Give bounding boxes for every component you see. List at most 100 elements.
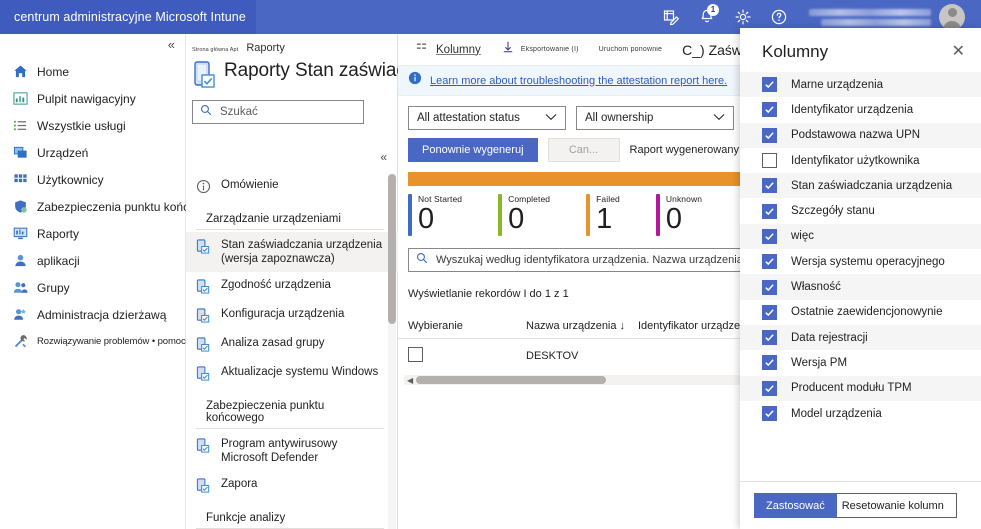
download-icon [501, 40, 515, 59]
column-option-enrollment-date[interactable]: Data rejestracji [740, 324, 981, 351]
column-checkbox[interactable] [762, 77, 777, 93]
regenerate-button[interactable]: Ponownie wygeneruj [408, 138, 538, 162]
columns-icon [416, 40, 430, 59]
export-button[interactable]: Eksportowanie (I) [491, 34, 589, 66]
column-option-label: Podstawowa nazwa UPN [791, 129, 921, 142]
column-checkbox[interactable] [762, 228, 777, 244]
sidebar-item-home[interactable]: Home [0, 58, 185, 85]
column-checkbox[interactable] [762, 406, 777, 421]
sidebar-item-tenant-administration[interactable]: Administracja dzierżawą [0, 301, 185, 328]
column-checkbox[interactable] [762, 153, 777, 169]
column-option-status-details[interactable]: Szczegóły stanu [740, 198, 981, 223]
ownership-filter-value: All ownership [585, 112, 654, 124]
blade-item-overview[interactable]: Omówienie [186, 172, 398, 201]
device-report-icon [196, 478, 212, 494]
column-option-more[interactable]: więc [740, 223, 981, 250]
chevron-double-left-icon[interactable]: « [168, 38, 175, 58]
sidebar-item-endpoint-security[interactable]: Zabezpieczenia punktu końcowego [0, 193, 224, 220]
sidebar-item-label: Wszystkie usługi [37, 118, 126, 133]
apply-button[interactable]: Zastosować [754, 493, 837, 518]
column-option-label: Szczegóły stanu [791, 205, 875, 218]
blade-scrollbar-thumb[interactable] [388, 174, 396, 324]
attestation-status-filter[interactable]: All attestation status [408, 106, 566, 130]
sidebar-item-groups[interactable]: Grupy [0, 274, 185, 301]
home-icon [12, 64, 28, 80]
blade-item-firewall[interactable]: Zapora [186, 471, 398, 500]
column-option-label: Stan zaświadczania urządzenia [791, 179, 953, 192]
avatar[interactable] [939, 4, 965, 30]
column-checkbox[interactable] [762, 304, 777, 320]
column-checkbox[interactable] [762, 203, 777, 219]
columns-button[interactable]: Kolumny [406, 34, 491, 66]
sidebar-item-label: Grupy [37, 280, 70, 295]
sidebar-item-apps[interactable]: aplikacji [0, 247, 185, 274]
sidebar-item-troubleshooting-support[interactable]: Rozwiązywanie problemów • pomoc technicz… [0, 328, 233, 355]
blade-group-title: Funkcje analizy [196, 502, 384, 529]
columns-checkbox-list: Marne urządzenia Identyfikator urządzeni… [740, 72, 981, 481]
notifications-bell-icon[interactable]: 1 [689, 0, 725, 34]
sidebar-item-all-services[interactable]: Wszystkie usługi [0, 112, 185, 139]
column-header-selection[interactable]: Wybieranie [408, 320, 526, 332]
search-input[interactable] [218, 105, 356, 119]
reset-columns-button[interactable]: Resetowanie kolumn [828, 493, 957, 518]
column-checkbox[interactable] [762, 330, 777, 346]
column-checkbox[interactable] [762, 178, 777, 194]
column-checkbox[interactable] [762, 102, 777, 118]
column-option-tpm-version[interactable]: Wersja PM [740, 350, 981, 375]
column-option-device-id[interactable]: Identyfikator urządzenia [740, 97, 981, 122]
rerun-button[interactable]: Uruchom ponownie [589, 34, 673, 66]
column-option-tpm-manufacturer[interactable]: Producent modułu TPM [740, 375, 981, 401]
rerun-button-label: Uruchom ponownie [598, 46, 663, 53]
column-option-user-id[interactable]: Identyfikator użytkownika [740, 148, 981, 173]
reports-icon [12, 226, 28, 242]
blade-item-device-compliance[interactable]: Zgodność urządzenia [186, 272, 398, 301]
close-icon[interactable]: ✕ [952, 44, 965, 60]
row-checkbox[interactable] [408, 347, 423, 362]
blade-search[interactable] [192, 100, 364, 124]
column-option-label: więc [791, 230, 815, 243]
chevron-down-icon [713, 112, 725, 124]
blade-item-device-configuration[interactable]: Konfiguracja urządzenia [186, 301, 398, 330]
blade-item-group-policy-analytics[interactable]: Analiza zasad grupy [186, 330, 398, 359]
blade-item-microsoft-defender-antivirus[interactable]: Program antywirusowy Microsoft Defender [186, 431, 398, 471]
column-option-device-model[interactable]: Model urządzenia [740, 401, 981, 426]
brand-title: centrum administracyjne Microsoft Intune [14, 10, 246, 24]
sidebar-item-reports[interactable]: Raporty [0, 220, 185, 247]
column-checkbox[interactable] [762, 254, 777, 270]
column-option-device-name[interactable]: Marne urządzenia [740, 72, 981, 98]
column-header-device-name[interactable]: Nazwa urządzenia ↓ [526, 320, 638, 332]
stat-value: 1 [596, 203, 613, 235]
devices-icon [12, 145, 28, 161]
sidebar-item-users[interactable]: Użytkownicy [0, 166, 185, 193]
column-checkbox[interactable] [762, 279, 777, 295]
cancel-button: Can... [547, 138, 620, 162]
blade-item-windows-updates[interactable]: Aktualizacje systemu Windows [186, 359, 398, 388]
troubleshooting-help-link[interactable]: Learn more about troubleshooting the att… [430, 75, 727, 87]
sidebar-item-dashboard[interactable]: Pulpit nawigacyjny [0, 85, 185, 112]
columns-button-label: Kolumny [436, 43, 481, 56]
blade-group-title: Zarządzanie urządzeniami [196, 203, 384, 230]
device-report-icon [196, 438, 212, 454]
stat-color-bar [408, 194, 412, 236]
blade-scrollbar[interactable] [388, 174, 396, 529]
columns-panel-title: Kolumny [762, 42, 829, 61]
sidebar-item-devices[interactable]: Urządzeń [0, 139, 185, 166]
column-option-ownership[interactable]: Własność [740, 274, 981, 300]
breadcrumb-home[interactable]: Strona główna Apt [192, 47, 238, 53]
search-icon [200, 103, 212, 121]
attestation-status-filter-value: All attestation status [417, 112, 520, 124]
column-checkbox[interactable] [762, 127, 777, 143]
column-checkbox[interactable] [762, 355, 777, 371]
scroll-left-arrow-icon[interactable]: ◀ [404, 376, 416, 385]
brand-area[interactable]: centrum administracyjne Microsoft Intune [0, 0, 256, 34]
table-scrollbar-thumb[interactable] [416, 376, 607, 384]
column-checkbox[interactable] [762, 380, 777, 396]
column-option-last-check-in[interactable]: Ostatnie zaewidencjonowynie [740, 300, 981, 325]
feedback-icon[interactable] [653, 0, 689, 34]
column-option-attestation-status[interactable]: Stan zaświadczania urządzenia [740, 173, 981, 199]
column-option-os-version[interactable]: Wersja systemu operacyjnego [740, 249, 981, 274]
ownership-filter[interactable]: All ownership [576, 106, 734, 130]
blade-collapse-chevron-icon[interactable]: « [380, 150, 387, 164]
column-option-primary-upn[interactable]: Podstawowa nazwa UPN [740, 122, 981, 148]
blade-item-device-attestation-status[interactable]: Stan zaświadczania urządzenia (wersja za… [186, 232, 398, 272]
